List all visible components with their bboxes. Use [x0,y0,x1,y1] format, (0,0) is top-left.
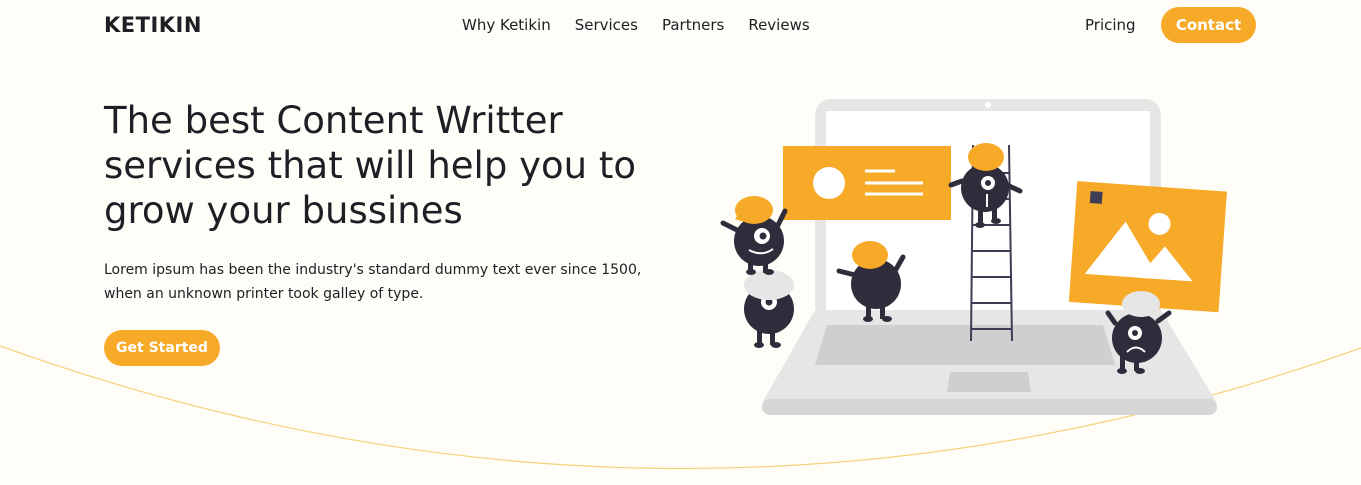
nav-link-services[interactable]: Services [575,16,638,34]
profile-card-icon [783,146,951,220]
nav-menu: Why Ketikin Services Partners Reviews [462,16,810,34]
hero-description: Lorem ipsum has been the industry's stan… [104,262,642,302]
character-icon [744,270,794,348]
brand-logo[interactable]: KETIKIN [104,13,202,37]
hero-illustration [720,99,1227,415]
nav-link-why-ketikin[interactable]: Why Ketikin [462,16,551,34]
contact-button[interactable]: Contact [1161,7,1256,43]
get-started-button[interactable]: Get Started [104,330,220,366]
hero-title: The best Content Writter services that w… [104,99,636,232]
nav-link-reviews[interactable]: Reviews [748,16,809,34]
character-icon [720,196,788,275]
nav-link-pricing[interactable]: Pricing [1085,16,1136,34]
top-navigation: KETIKIN Why Ketikin Services Partners Re… [0,0,1361,52]
nav-link-partners[interactable]: Partners [662,16,724,34]
